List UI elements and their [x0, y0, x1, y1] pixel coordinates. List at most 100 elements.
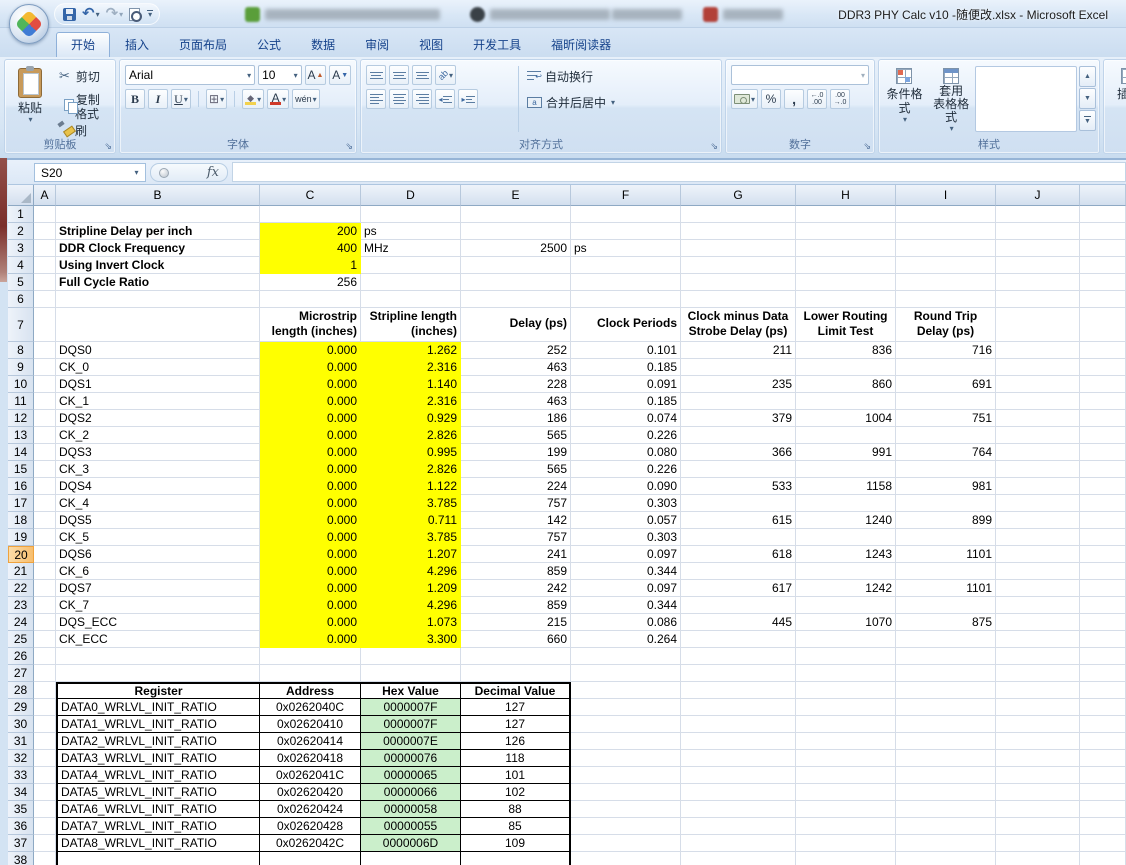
cell-A27[interactable] — [34, 665, 56, 682]
cell-H31[interactable] — [796, 733, 896, 750]
cell-F7[interactable]: Clock Periods — [571, 308, 681, 342]
align-center-button[interactable] — [389, 89, 409, 109]
cell-H8[interactable]: 836 — [796, 342, 896, 359]
cell-K36[interactable] — [1080, 818, 1126, 835]
cell-I30[interactable] — [896, 716, 996, 733]
cell-J5[interactable] — [996, 274, 1080, 291]
cell-B2[interactable]: Stripline Delay per inch — [56, 223, 260, 240]
cell-I20[interactable]: 1101 — [896, 546, 996, 563]
cell-H20[interactable]: 1243 — [796, 546, 896, 563]
cell-A2[interactable] — [34, 223, 56, 240]
cell-G37[interactable] — [681, 835, 796, 852]
cell-K13[interactable] — [1080, 427, 1126, 444]
format-painter-button[interactable]: 格式刷 — [54, 112, 112, 132]
cell-H16[interactable]: 1158 — [796, 478, 896, 495]
cell-E25[interactable]: 660 — [461, 631, 571, 648]
cell-H5[interactable] — [796, 274, 896, 291]
tab-6[interactable]: 视图 — [404, 32, 458, 57]
cell-G9[interactable] — [681, 359, 796, 376]
cell-K11[interactable] — [1080, 393, 1126, 410]
cell-C35[interactable]: 0x02620424 — [260, 801, 361, 818]
clipboard-dialog-launcher-icon[interactable]: ⇘ — [104, 141, 112, 152]
row-header-37[interactable]: 37 — [8, 835, 34, 852]
cell-H37[interactable] — [796, 835, 896, 852]
cell-K35[interactable] — [1080, 801, 1126, 818]
cell-J25[interactable] — [996, 631, 1080, 648]
cell-I1[interactable] — [896, 206, 996, 223]
cell-G12[interactable]: 379 — [681, 410, 796, 427]
cell-G28[interactable] — [681, 682, 796, 699]
cell-J27[interactable] — [996, 665, 1080, 682]
cell-D24[interactable]: 1.073 — [361, 614, 461, 631]
cell-I33[interactable] — [896, 767, 996, 784]
cell-I21[interactable] — [896, 563, 996, 580]
cell-E19[interactable]: 757 — [461, 529, 571, 546]
cell-K20[interactable] — [1080, 546, 1126, 563]
cell-B16[interactable]: DQS4 — [56, 478, 260, 495]
cell-I24[interactable]: 875 — [896, 614, 996, 631]
cell-K29[interactable] — [1080, 699, 1126, 716]
row-header-4[interactable]: 4 — [8, 257, 34, 274]
row-header-29[interactable]: 29 — [8, 699, 34, 716]
cell-F37[interactable] — [571, 835, 681, 852]
cell-K28[interactable] — [1080, 682, 1126, 699]
row-header-24[interactable]: 24 — [8, 614, 34, 631]
cell-F14[interactable]: 0.080 — [571, 444, 681, 461]
cell-A10[interactable] — [34, 376, 56, 393]
cell-D10[interactable]: 1.140 — [361, 376, 461, 393]
cell-K33[interactable] — [1080, 767, 1126, 784]
column-header-I[interactable]: I — [896, 185, 996, 206]
row-header-38[interactable]: 38 — [8, 852, 34, 865]
cell-E16[interactable]: 224 — [461, 478, 571, 495]
cell-A28[interactable] — [34, 682, 56, 699]
cell-D29[interactable]: 0000007F — [361, 699, 461, 716]
cell-F32[interactable] — [571, 750, 681, 767]
cell-B11[interactable]: CK_1 — [56, 393, 260, 410]
row-header-5[interactable]: 5 — [8, 274, 34, 291]
cell-H28[interactable] — [796, 682, 896, 699]
cell-J18[interactable] — [996, 512, 1080, 529]
underline-button[interactable]: U — [171, 89, 191, 109]
cell-E23[interactable]: 859 — [461, 597, 571, 614]
cell-H23[interactable] — [796, 597, 896, 614]
cell-A6[interactable] — [34, 291, 56, 308]
cell-J28[interactable] — [996, 682, 1080, 699]
cell-B25[interactable]: CK_ECC — [56, 631, 260, 648]
tab-5[interactable]: 审阅 — [350, 32, 404, 57]
cut-button[interactable]: ✂剪切 — [54, 66, 112, 86]
cell-E38[interactable] — [461, 852, 571, 865]
cell-G4[interactable] — [681, 257, 796, 274]
paste-button[interactable]: 粘贴 — [8, 64, 52, 136]
cell-K18[interactable] — [1080, 512, 1126, 529]
cell-H7[interactable]: Lower RoutingLimit Test — [796, 308, 896, 342]
align-middle-button[interactable] — [389, 65, 409, 85]
cell-H24[interactable]: 1070 — [796, 614, 896, 631]
cell-F16[interactable]: 0.090 — [571, 478, 681, 495]
cell-H10[interactable]: 860 — [796, 376, 896, 393]
cell-I4[interactable] — [896, 257, 996, 274]
cell-D38[interactable] — [361, 852, 461, 865]
font-size-select[interactable]: 10 — [258, 65, 301, 85]
cell-G23[interactable] — [681, 597, 796, 614]
increase-decimal-button[interactable]: ←.0.00 — [807, 89, 827, 109]
cell-H30[interactable] — [796, 716, 896, 733]
cell-K37[interactable] — [1080, 835, 1126, 852]
row-header-23[interactable]: 23 — [8, 597, 34, 614]
cell-K10[interactable] — [1080, 376, 1126, 393]
cell-B6[interactable] — [56, 291, 260, 308]
cell-B18[interactable]: DQS5 — [56, 512, 260, 529]
cell-D20[interactable]: 1.207 — [361, 546, 461, 563]
row-header-28[interactable]: 28 — [8, 682, 34, 699]
align-top-button[interactable] — [366, 65, 386, 85]
cell-F15[interactable]: 0.226 — [571, 461, 681, 478]
cell-I6[interactable] — [896, 291, 996, 308]
cell-D1[interactable] — [361, 206, 461, 223]
column-header-C[interactable]: C — [260, 185, 361, 206]
cell-E36[interactable]: 85 — [461, 818, 571, 835]
cell-J6[interactable] — [996, 291, 1080, 308]
cell-F18[interactable]: 0.057 — [571, 512, 681, 529]
cell-I18[interactable]: 899 — [896, 512, 996, 529]
cell-D22[interactable]: 1.209 — [361, 580, 461, 597]
cell-D4[interactable] — [361, 257, 461, 274]
cell-I5[interactable] — [896, 274, 996, 291]
